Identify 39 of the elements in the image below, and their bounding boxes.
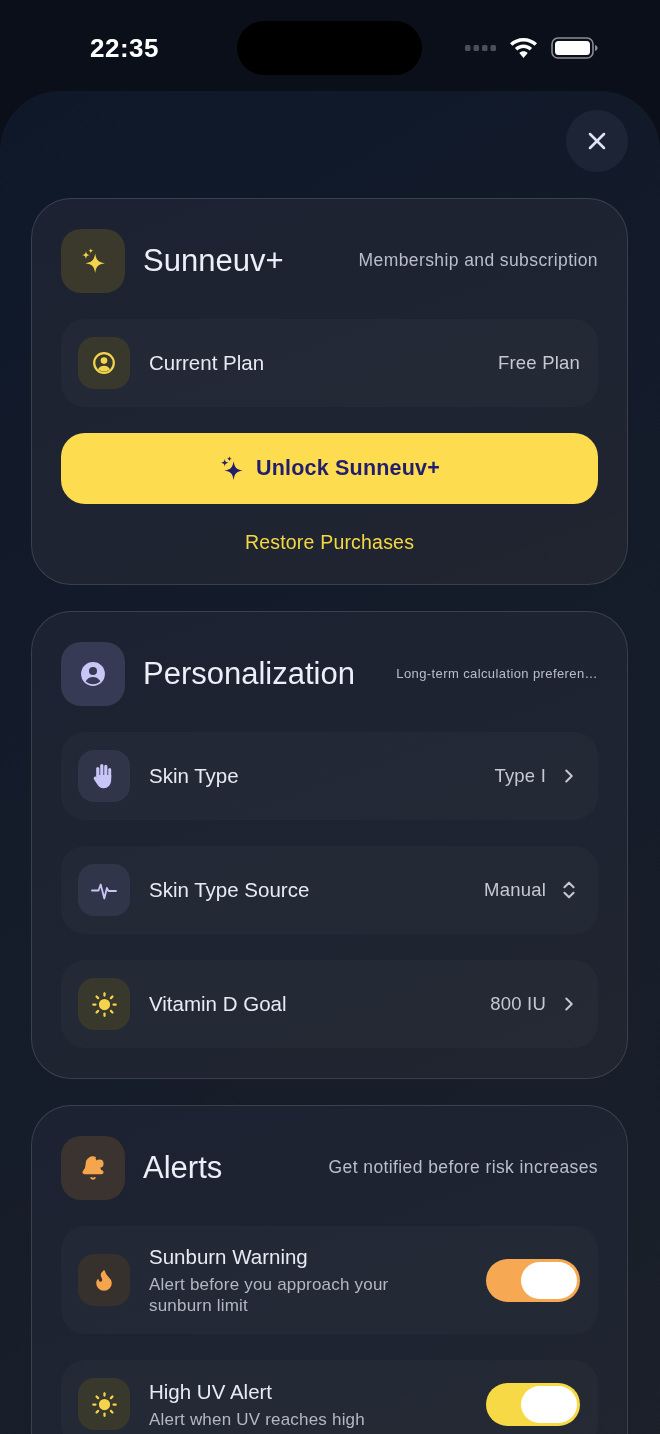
signal-icon — [465, 45, 496, 51]
row-label: Skin Type — [149, 763, 239, 789]
unlock-button[interactable]: Unlock Sunneuv+ — [61, 433, 598, 504]
bell-icon — [61, 1135, 125, 1200]
section-subtitle: Membership and subscription — [358, 250, 598, 271]
row-value: Manual — [484, 879, 546, 901]
wifi-icon — [510, 38, 537, 58]
sun-icon — [78, 978, 130, 1030]
settings-row[interactable]: Sunburn Warning Alert before you approach your sunburn limit — [61, 1226, 598, 1334]
pulse-icon — [78, 864, 130, 916]
sparkles-icon — [219, 456, 244, 481]
row-label: High UV Alert — [149, 1378, 274, 1405]
row-description: Alert when UV reaches high — [149, 1408, 365, 1430]
toggle-switch[interactable] — [486, 1382, 580, 1426]
sun-icon — [78, 1378, 130, 1430]
hand-icon — [78, 750, 130, 802]
flame-icon — [78, 1254, 130, 1306]
settings-row[interactable]: Vitamin D Goal 800 IU — [61, 960, 598, 1048]
toggle-switch[interactable] — [486, 1258, 580, 1302]
row-label: Sunburn Warning — [149, 1244, 309, 1270]
row-label: Vitamin D Goal — [149, 991, 287, 1017]
row-description: Alert before you approach your sunburn limit — [149, 1274, 390, 1316]
section-subtitle: Get notified before risk increases — [328, 1157, 598, 1178]
section-subtitle: Long-term calculation preferen… — [396, 666, 598, 681]
restore-link[interactable]: Restore Purchases — [244, 530, 415, 554]
section-title: Personalization — [143, 655, 355, 692]
row-value: Free Plan — [498, 352, 580, 374]
status-time: 22:35 — [90, 32, 160, 64]
settings-row[interactable]: Skin Type Source Manual — [61, 846, 598, 934]
row-value: Type I — [494, 765, 546, 787]
row-label: Current Plan — [149, 350, 265, 376]
settings-row[interactable]: High UV Alert Alert when UV reaches high — [61, 1360, 598, 1434]
settings-row[interactable]: Skin Type Type I — [61, 732, 598, 820]
section-title: Sunneuv+ — [143, 242, 284, 279]
section-title: Alerts — [143, 1149, 223, 1186]
row-value: 800 IU — [490, 993, 546, 1015]
battery-icon — [551, 37, 598, 59]
row-label: Skin Type Source — [149, 877, 310, 903]
sparkles-icon — [61, 228, 125, 293]
